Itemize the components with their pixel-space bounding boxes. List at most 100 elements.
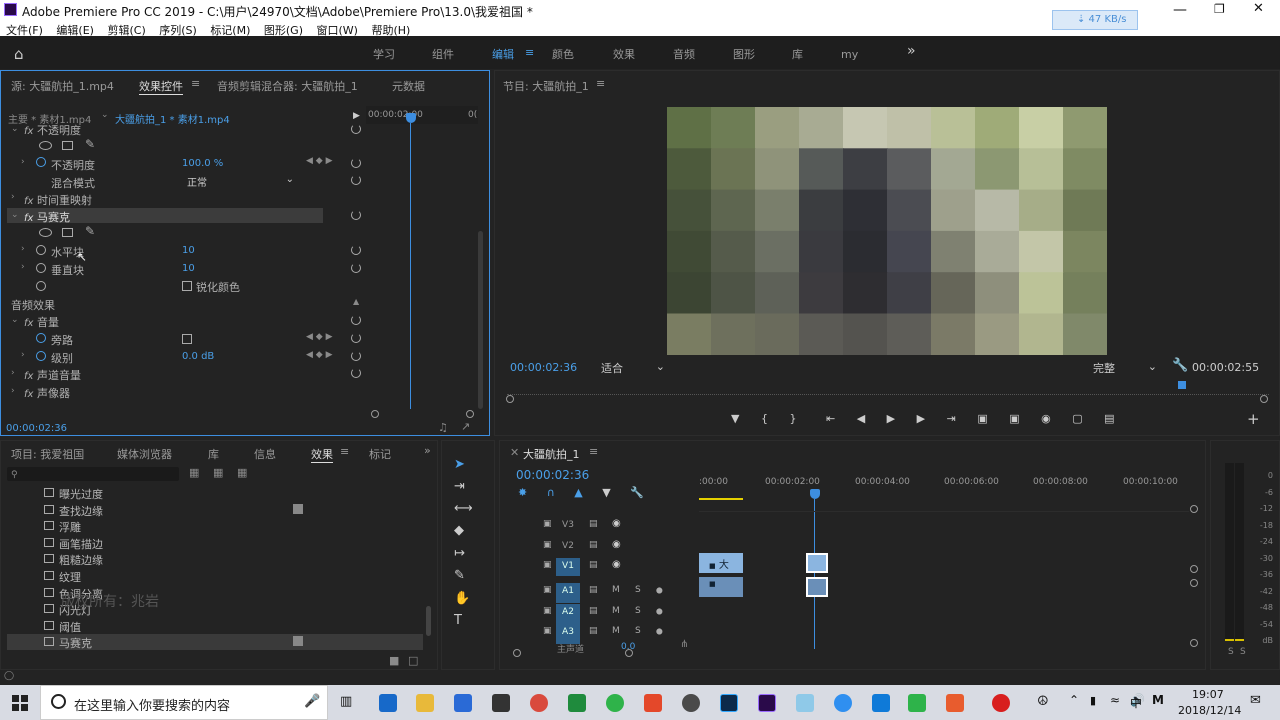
selection-tool-icon[interactable]: ➤ [454,457,465,472]
yuv-effects-icon[interactable]: ▦ [237,466,247,479]
audio-clip-selected[interactable] [806,577,828,597]
program-title[interactable]: 节目: 大疆航拍_1 [503,78,589,94]
maximize-button[interactable]: ❐ [1214,2,1225,16]
ripple-edit-tool-icon[interactable]: ⟷ [454,501,473,516]
stopwatch-icon[interactable] [36,245,46,255]
green-c-icon[interactable] [908,694,926,712]
reset-icon[interactable] [351,124,361,134]
reset-icon[interactable] [351,315,361,325]
home-icon[interactable]: ⌂ [14,45,24,63]
quality-select[interactable]: 完整 ⌄ [1093,360,1157,376]
stopwatch-icon[interactable] [36,157,46,167]
track-select-tool-icon[interactable]: ⇥ [454,479,465,494]
tab-menu-icon[interactable]: ≡ [191,77,200,90]
tab-effects[interactable]: 效果 [311,446,333,463]
tab-media-browser[interactable]: 媒体浏览器 [117,446,172,462]
timeline-ruler[interactable]: :00:00 00:00:02:00 00:00:04:00 00:00:06:00 0… [699,475,1194,501]
film-toggle-icon[interactable]: ▤ [589,519,598,529]
track-target-button[interactable]: A2 [556,604,580,624]
export-icon[interactable]: ↗ [461,420,470,433]
horizontal-blocks-value[interactable]: 10 [182,245,195,256]
expand-chevron[interactable]: ⌄ [11,124,19,134]
workspace-tab-assembly[interactable]: 组件 [432,46,454,62]
effect-list-item[interactable]: 曝光过度 [7,485,423,501]
slip-tool-icon[interactable]: ↦ [454,546,465,561]
tab-menu-icon[interactable]: ≡ [340,445,349,458]
tab-libraries[interactable]: 库 [208,446,219,462]
workspace-tab-color[interactable]: 颜色 [552,46,574,62]
effect-list-item[interactable]: 阈值 [7,618,423,634]
microphone-icon[interactable]: ⬤ [656,628,663,635]
audio-icon[interactable]: ♫ [438,421,448,434]
step-back-icon[interactable]: ◀ [857,412,865,425]
lock-icon[interactable]: ▣ [543,560,552,570]
expand-chevron[interactable]: ⌄ [11,315,19,325]
red-app-icon[interactable] [644,694,662,712]
tab-menu-icon[interactable]: ≡ [589,445,598,458]
reset-icon[interactable] [351,175,361,185]
wrench-icon[interactable]: 🔧 [1172,358,1188,373]
network-icon[interactable]: ≈ [1110,693,1120,707]
reset-icon[interactable] [351,210,361,220]
linked-selection-icon[interactable]: ▲ [574,486,582,499]
sequence-clip-path[interactable]: 大疆航拍_1 * 素材1.mp4 [115,111,230,126]
effect-list-item[interactable]: 浮雕 [7,518,423,534]
clock-date[interactable]: 2018/12/14 [1178,704,1241,717]
keyframe-nav[interactable]: ◀ ◆ ▶ [306,350,333,360]
hand-tool-icon[interactable]: ✋ [454,591,470,606]
expand-chevron[interactable]: › [21,244,25,254]
tab-markers[interactable]: 标记 [369,446,391,462]
zoom-handle-right[interactable] [1260,395,1268,403]
mute-button[interactable]: M [612,585,620,595]
bypass-checkbox[interactable] [182,334,192,344]
baidu-netdisk-icon[interactable] [834,694,852,712]
timeline-timecode[interactable]: 00:00:02:36 [516,468,589,482]
razor-tool-icon[interactable]: ◆ [454,523,464,538]
reset-icon[interactable] [351,245,361,255]
volume-effect-header[interactable]: fx 音量 [24,314,59,330]
reset-icon[interactable] [351,158,361,168]
stopwatch-icon[interactable] [36,281,46,291]
zoom-handle-left[interactable] [506,395,514,403]
scroll-handle-bottom[interactable] [1190,639,1198,647]
pen-mask-icon[interactable]: ✎ [85,137,95,151]
microphone-icon[interactable]: 🎤 [304,694,320,709]
reset-icon[interactable] [351,333,361,343]
chrome-icon[interactable] [530,694,548,712]
step-forward-icon[interactable]: ▶ [917,412,925,425]
play-icon[interactable]: ▶ [887,412,895,425]
store-icon[interactable] [454,694,472,712]
lock-icon[interactable]: ▣ [543,626,552,636]
play-triangle-icon[interactable]: ▶ [353,111,360,121]
32bit-effects-icon[interactable]: ▦ [213,466,223,479]
eye-icon[interactable]: ◉ [612,559,621,570]
mark-out-icon[interactable]: } [789,412,796,425]
video-clip[interactable]: ■ 大 [699,553,743,573]
track-target-button[interactable]: A3 [556,624,580,644]
ime-icon[interactable]: M [1152,693,1164,707]
add-button-icon[interactable]: + [1247,410,1260,428]
collapse-up-icon[interactable]: ▲ [353,297,359,306]
reset-icon[interactable] [351,368,361,378]
scroll-handle-mid2[interactable] [1190,579,1198,587]
minimize-button[interactable]: — [1173,2,1187,18]
microphone-icon[interactable]: ⬤ [656,608,663,615]
red-circle-app-icon[interactable] [992,694,1010,712]
premiere-icon[interactable] [758,694,776,712]
edge-icon[interactable] [379,694,397,712]
solo-button[interactable]: S [635,606,641,616]
chevron-down-icon[interactable]: ⌄ [101,110,109,120]
mosaic-effect-header[interactable]: fx 马赛克 [24,209,70,225]
scrubber-playhead[interactable] [1178,381,1186,389]
timeline-zoom-left[interactable] [513,649,521,657]
panel-more-button[interactable]: » [424,444,431,457]
compare-view-icon[interactable]: ▢ [1072,412,1082,425]
keyframe-nav[interactable]: ◀ ◆ ▶ [306,156,333,166]
proxy-toggle-icon[interactable]: ▤ [1104,412,1114,425]
new-bin-icon[interactable]: ■ [389,654,399,667]
tab-metadata[interactable]: 元数据 [392,78,425,94]
effect-controls-timecode[interactable]: 00:00:02:36 [6,423,67,434]
workspace-tab-effects[interactable]: 效果 [613,46,635,62]
stopwatch-icon[interactable] [36,351,46,361]
video-frame[interactable] [667,107,1108,356]
